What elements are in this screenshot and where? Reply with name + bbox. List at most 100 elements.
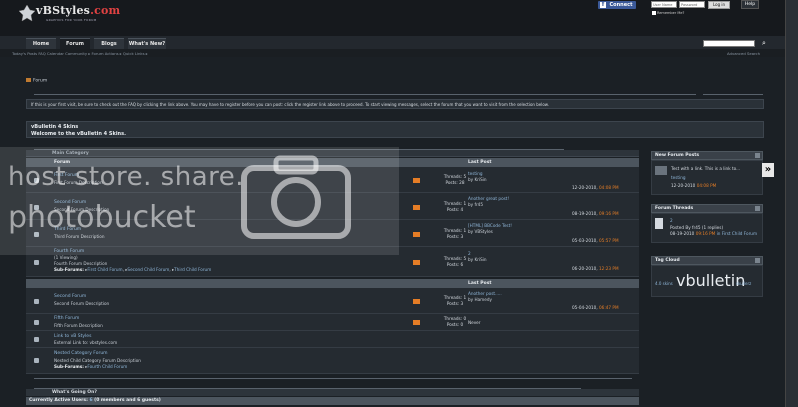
forum-status-icon: [34, 320, 39, 325]
login-button[interactable]: Log in: [708, 1, 730, 9]
facebook-icon: f: [600, 1, 606, 8]
forum-title[interactable]: Fourth Forum: [54, 249, 84, 254]
forum-description: Fourth Forum Description: [54, 261, 108, 266]
logo-emblem-icon: [18, 4, 36, 22]
forum-row[interactable]: Fifth Forum Fifth Forum Description Thre…: [26, 314, 639, 331]
tab-forum[interactable]: Forum: [60, 38, 90, 49]
rss-icon[interactable]: [413, 205, 420, 210]
sub-forums: Sub-Forums: ▸First Child Forum, ▸Second …: [54, 267, 212, 272]
collapse-icon[interactable]: [755, 258, 760, 263]
site-logo[interactable]: vBStyles.com GRAPHICS FOR YOUR FORUM: [16, 3, 120, 29]
last-post-date: 06-20-2010, 12:23 PM: [572, 266, 619, 271]
new-forum-posts-block: Test with a link. This is a link to... t…: [651, 160, 763, 195]
tab-home[interactable]: Home: [26, 38, 56, 49]
thread-author: Posted By fr45 (1 replies): [670, 225, 724, 230]
thread-date: 08-19-2010 09:16 PM in First Child Forum: [670, 231, 758, 236]
forum-row[interactable]: Fourth Forum (1 Viewing) Fourth Forum De…: [26, 247, 639, 277]
forum-threads-block: 2 Posted By fr45 (1 replies) 08-19-2010 …: [651, 213, 763, 243]
sub-nav-links[interactable]: Today's Posts FAQ Calendar Community ▸ F…: [12, 51, 148, 56]
tag-link[interactable]: skullerz: [736, 281, 751, 286]
collapse-sidebar-button[interactable]: »: [762, 163, 774, 177]
rss-icon[interactable]: [413, 299, 420, 304]
advanced-search-link[interactable]: Advanced Search: [727, 51, 760, 56]
last-post-author[interactable]: by Hamedy: [468, 297, 492, 302]
forum-status-icon: [34, 358, 39, 363]
last-post-title[interactable]: 2: [468, 251, 471, 256]
remember-me-checkbox[interactable]: Remember Me?: [652, 11, 684, 15]
last-post-author[interactable]: by VBStyles: [468, 229, 493, 234]
new-post-title[interactable]: Test with a link. This is a link to...: [671, 166, 740, 171]
search-input[interactable]: [703, 40, 755, 47]
tag-link[interactable]: 4.0 skins: [655, 281, 673, 286]
forum-viewing: (1 Viewing): [54, 255, 78, 260]
divider: [703, 94, 763, 95]
facebook-connect-button[interactable]: f Connect: [598, 1, 636, 9]
forum-row[interactable]: Second Forum Second Forum Description Th…: [26, 288, 639, 314]
forum-title[interactable]: Nested Category Forum: [54, 351, 108, 356]
last-post-never: Never: [468, 320, 481, 325]
help-button[interactable]: Help: [741, 0, 759, 9]
col-last-post: Last Post: [468, 281, 492, 286]
brand-name: vBStyles.com: [36, 4, 121, 17]
last-post-date: 05-03-2010, 05:57 PM: [572, 238, 619, 243]
sub-forum-link[interactable]: First Child Forum: [87, 267, 122, 272]
new-post-date: 12-20-2010 04:08 PM: [671, 183, 717, 188]
last-post-date: 05-04-2010, 06:47 PM: [572, 305, 619, 310]
last-post-author[interactable]: by KriSin: [468, 257, 487, 262]
thread-icon: [655, 218, 663, 229]
search-icon[interactable]: ⌕: [762, 39, 770, 48]
forum-threads-header[interactable]: Forum Threads: [651, 204, 763, 213]
remember-me-label: Remember Me?: [657, 11, 685, 15]
forum-title[interactable]: Link to vB Styles: [54, 334, 91, 339]
link-forum-icon: [34, 337, 39, 342]
breadcrumb[interactable]: Forum: [26, 78, 47, 84]
collapse-icon[interactable]: [755, 206, 760, 211]
whats-going-on-header[interactable]: What's Going On?: [26, 389, 639, 396]
forum-description: Second Forum Description: [54, 301, 110, 306]
rss-icon[interactable]: [413, 320, 420, 325]
notice-bar: If this is your first visit, be sure to …: [26, 99, 764, 109]
sub-forum-link[interactable]: Fourth Child Forum: [87, 364, 127, 369]
watermark-logo-text: photobucket: [8, 200, 196, 235]
password-input[interactable]: Password: [679, 1, 705, 8]
divider: [34, 94, 696, 95]
tag-cloud-header[interactable]: Tag Cloud: [651, 256, 763, 265]
tag-link[interactable]: vbulletin: [676, 271, 745, 290]
rss-icon[interactable]: [413, 232, 420, 237]
tab-whats-new[interactable]: What's New?: [128, 38, 166, 49]
sub-forum-link[interactable]: Second Child Forum: [127, 267, 169, 272]
new-post-author[interactable]: testing: [671, 175, 686, 180]
last-post-author[interactable]: by KriSin: [468, 177, 487, 182]
last-post-title[interactable]: Another post.....: [468, 291, 502, 296]
page-scrollbar[interactable]: [785, 0, 798, 407]
last-post-author[interactable]: by fr45: [468, 202, 483, 207]
forum-status-icon: [34, 299, 39, 304]
last-post-title[interactable]: testing: [468, 171, 483, 176]
tab-blogs[interactable]: Blogs: [94, 38, 124, 49]
last-post-date: 08-19-2010, 09:16 PM: [572, 211, 619, 216]
welcome-title: vBulletin 4 Skins: [31, 124, 79, 130]
sub-forums: Sub-Forums: ▸Fourth Child Forum: [54, 364, 128, 369]
forum-description: External Link to: vbstyles.com: [54, 340, 118, 345]
rss-icon[interactable]: [413, 260, 420, 265]
username-input[interactable]: User Name: [651, 1, 677, 8]
new-forum-posts-header[interactable]: New Forum Posts: [651, 151, 763, 160]
forum-row[interactable]: Nested Category Forum Nested Child Categ…: [26, 348, 639, 374]
breadcrumb-label: Forum: [33, 78, 48, 84]
forum-title[interactable]: Fifth Forum: [54, 316, 79, 321]
forum-status-icon: [34, 260, 39, 265]
tag-cloud-block: 4.0 skins vbulletin skullerz: [651, 265, 763, 297]
last-post-date: 12-20-2010, 04:08 PM: [572, 185, 619, 190]
home-icon: [26, 78, 31, 82]
active-users-bar: Currently Active Users: 6 (0 members and…: [26, 397, 639, 405]
rss-icon[interactable]: [413, 178, 420, 183]
last-post-title[interactable]: [HTML] BBCode Test!: [468, 223, 512, 228]
connect-label: Connect: [609, 2, 633, 8]
collapse-icon[interactable]: [755, 153, 760, 158]
column-header: Last Post: [26, 279, 639, 288]
forum-title[interactable]: Second Forum: [54, 294, 86, 299]
sub-forum-link[interactable]: Third Child Forum: [174, 267, 211, 272]
thread-title[interactable]: 2: [670, 218, 673, 223]
forum-row[interactable]: Link to vB Styles External Link to: vbst…: [26, 331, 639, 348]
last-post-title[interactable]: Another great post!: [468, 196, 509, 201]
